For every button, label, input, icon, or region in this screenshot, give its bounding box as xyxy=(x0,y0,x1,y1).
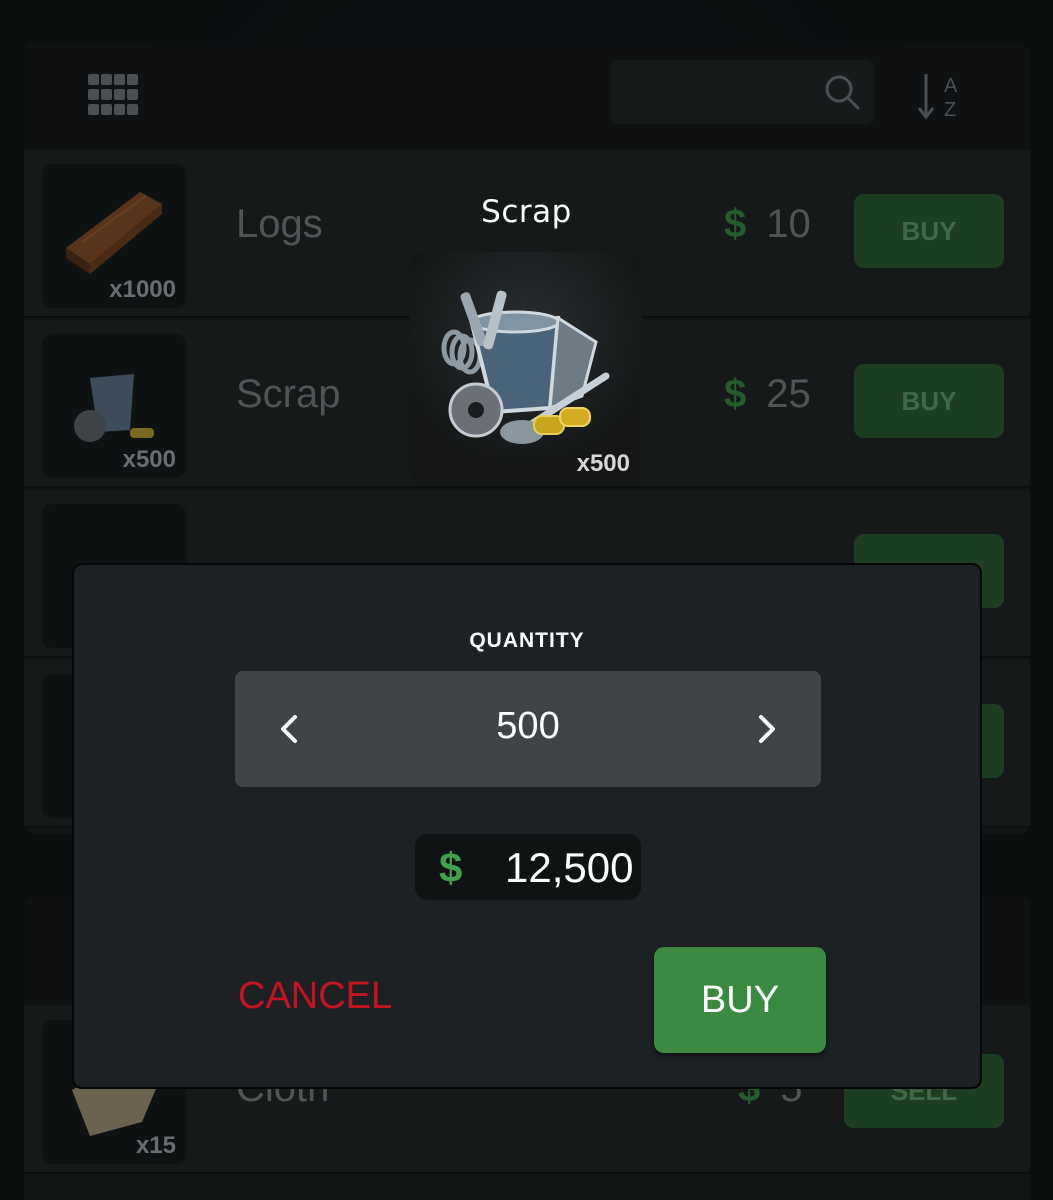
selected-item-quantity: x500 xyxy=(576,450,630,477)
quantity-stepper[interactable]: 500 xyxy=(235,671,821,787)
chevron-right-icon[interactable] xyxy=(745,709,785,749)
store-screen: A Z x1000 Logs $10 BUY x500 Scrap $ 25 B… xyxy=(0,0,1053,1200)
item-quantity: x1000 xyxy=(109,276,176,303)
sort-a-label: A xyxy=(944,75,958,97)
item-thumbnail: x500 xyxy=(42,334,186,478)
item-quantity: x15 xyxy=(135,1132,176,1159)
selected-item-card: x500 xyxy=(410,252,642,484)
dollar-icon: $ xyxy=(724,372,747,416)
sort-z-label: Z xyxy=(944,99,956,121)
item-price: $25 xyxy=(724,372,811,417)
cancel-button[interactable]: CANCEL xyxy=(238,975,392,1018)
total-amount: 12,500 xyxy=(505,844,634,891)
item-name: Scrap xyxy=(236,372,341,416)
grid-icon[interactable] xyxy=(88,74,138,118)
store-toolbar: A Z xyxy=(24,42,1030,150)
dollar-icon: $ xyxy=(439,844,463,891)
buy-button[interactable]: BUY xyxy=(854,364,1004,438)
selected-item-title: Scrap xyxy=(481,194,572,230)
item-quantity: x500 xyxy=(122,446,176,473)
purchase-dialog: QUANTITY 500 $ 12,500 CANCEL BUY xyxy=(72,563,982,1089)
item-thumbnail: x1000 xyxy=(42,164,186,308)
search-icon[interactable] xyxy=(824,74,860,110)
search-input[interactable] xyxy=(610,60,874,124)
price-value: 25 xyxy=(766,372,811,416)
sort-az-icon[interactable]: A Z xyxy=(916,70,966,122)
buy-button[interactable]: BUY xyxy=(654,947,826,1053)
quantity-label: QUANTITY xyxy=(469,629,585,652)
total-price: $ 12,500 xyxy=(415,834,641,900)
quantity-value[interactable]: 500 xyxy=(235,705,821,748)
